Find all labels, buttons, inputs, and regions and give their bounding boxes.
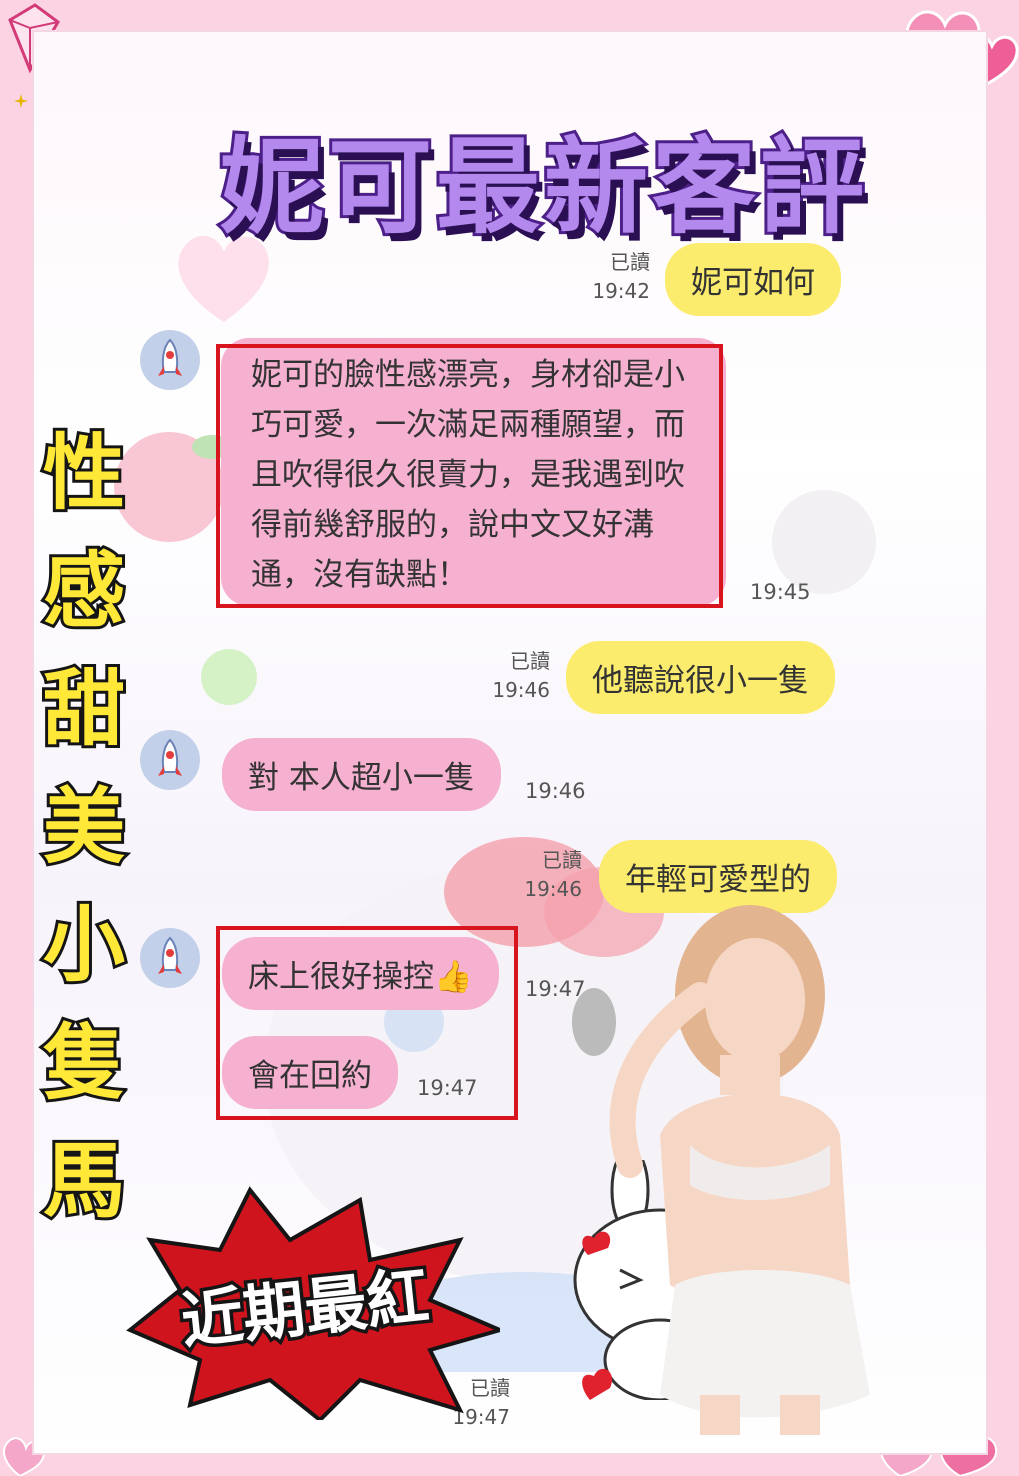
message-meta: 已讀 19:42 bbox=[570, 248, 650, 306]
message-time: 19:45 bbox=[750, 580, 811, 604]
side-banner-char: 性 bbox=[40, 423, 128, 524]
highlight-box bbox=[216, 344, 723, 608]
incoming-message-bubble[interactable]: 對 本人超小一隻 bbox=[222, 738, 501, 811]
rocket-icon bbox=[158, 338, 182, 376]
message-time: 19:47 bbox=[452, 1405, 510, 1429]
side-banner-char: 美 bbox=[40, 777, 128, 878]
outgoing-message-bubble[interactable]: 妮可如何 bbox=[665, 243, 841, 316]
message-meta: 已讀 19:46 bbox=[502, 846, 582, 904]
rocket-icon bbox=[158, 738, 182, 776]
side-banner-char: 馬 bbox=[40, 1131, 128, 1232]
avatar[interactable] bbox=[140, 730, 200, 790]
message-time: 19:46 bbox=[492, 678, 550, 702]
rocket-icon bbox=[158, 936, 182, 974]
message-time: 19:46 bbox=[525, 779, 586, 803]
message-time: 19:47 bbox=[525, 977, 586, 1001]
outgoing-message-bubble[interactable]: 年輕可愛型的 bbox=[599, 840, 837, 913]
side-banner-char: 小 bbox=[40, 895, 128, 996]
side-banner-char: 隻 bbox=[40, 1013, 128, 1114]
side-banner-char: 甜 bbox=[40, 659, 128, 760]
highlight-box bbox=[216, 926, 518, 1120]
read-receipt: 已讀 bbox=[470, 1376, 510, 1400]
message-meta: 已讀 19:46 bbox=[470, 647, 550, 705]
sparkle-icon bbox=[14, 94, 28, 108]
side-banner-char: 感 bbox=[40, 541, 128, 642]
ball-decoration bbox=[201, 649, 257, 705]
read-receipt: 已讀 bbox=[510, 649, 550, 673]
page-title: 妮可最新客評 bbox=[217, 123, 868, 251]
read-receipt: 已讀 bbox=[610, 250, 650, 274]
message-meta: 已讀 19:47 bbox=[430, 1374, 510, 1432]
message-time: 19:46 bbox=[524, 877, 582, 901]
avatar[interactable] bbox=[140, 928, 200, 988]
side-banner: 性 感 甜 美 小 隻 馬 bbox=[36, 415, 132, 1241]
read-receipt: 已讀 bbox=[542, 848, 582, 872]
outgoing-message-bubble[interactable]: 他聽說很小一隻 bbox=[566, 641, 835, 714]
avatar[interactable] bbox=[140, 330, 200, 390]
message-time: 19:42 bbox=[592, 279, 650, 303]
